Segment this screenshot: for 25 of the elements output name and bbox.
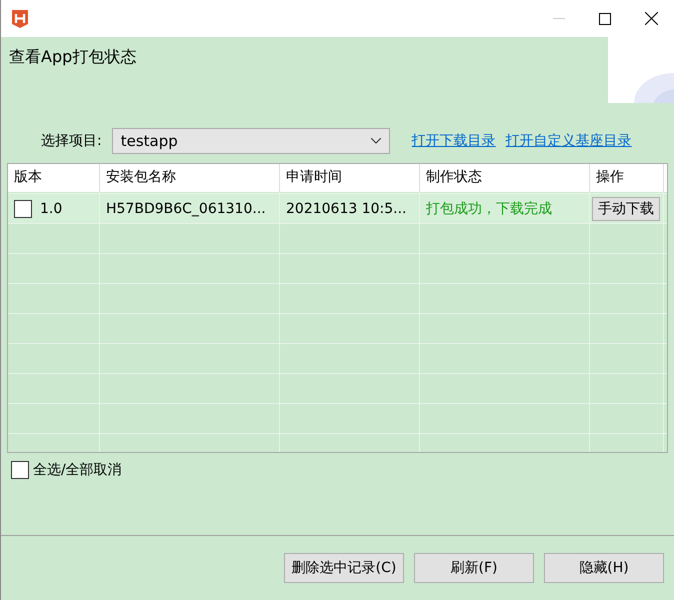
package-name-cell: H57BD9B6C_061310...: [100, 194, 280, 224]
app-logo-icon: [11, 8, 29, 28]
footer-button[interactable]: 隐藏(H): [544, 553, 664, 583]
time-cell: 20210613 10:5...: [280, 194, 420, 224]
column-header: 申请时间: [280, 164, 420, 192]
download-button[interactable]: 手动下载: [592, 196, 660, 220]
select-all-label: 全选/全部取消: [33, 461, 122, 479]
version-text: 1.0: [40, 200, 62, 216]
select-all-checkbox[interactable]: [11, 461, 29, 479]
column-header: 操作: [590, 164, 664, 192]
window-title: 查看App打包状态: [9, 47, 136, 66]
column-header: 制作状态: [420, 164, 590, 192]
caret-icon: [370, 138, 381, 144]
close-icon[interactable]: [644, 12, 658, 25]
footer-button[interactable]: 刷新(F): [414, 553, 534, 583]
footer-button[interactable]: 删除选中记录(C): [284, 553, 404, 583]
status-cell: 打包成功，下载完成: [420, 194, 590, 224]
link[interactable]: 打开自定义基座目录: [506, 132, 632, 150]
maximize-icon[interactable]: [599, 12, 611, 24]
project-dropdown[interactable]: testapp: [112, 128, 390, 154]
link[interactable]: 打开下载目录: [412, 132, 496, 150]
column-header: 版本: [8, 164, 100, 192]
column-header: 安装包名称: [100, 164, 280, 192]
project-label: 选择项目:: [41, 132, 102, 150]
row-checkbox[interactable]: [14, 200, 32, 218]
